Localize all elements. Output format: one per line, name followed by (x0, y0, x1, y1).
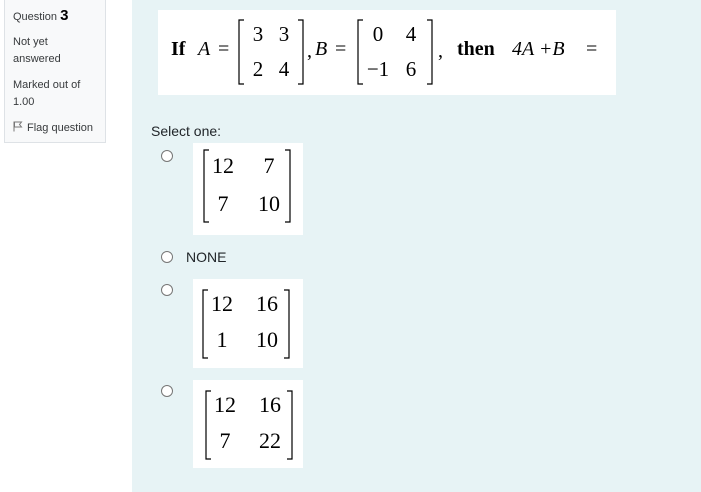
matrix-a-cell: 3 (252, 22, 264, 46)
grade-line-2: 1.00 (13, 96, 35, 108)
flag-question-label: Flag question (27, 122, 94, 134)
option-4-cell: 16 (259, 392, 281, 417)
matrix-b: 0 4 −1 6 (357, 19, 433, 85)
variable-b: B (315, 38, 328, 60)
option-1-cell: 7 (217, 191, 229, 216)
matrix-a: 3 3 2 4 (238, 19, 304, 85)
option-1-cell: 7 (263, 153, 275, 178)
option-2-label[interactable]: NONE (186, 249, 226, 265)
option-4-cell: 7 (219, 428, 231, 453)
option-3-cell: 10 (256, 327, 278, 352)
expression: 4A +B (512, 38, 565, 60)
option-3-radio[interactable] (161, 284, 173, 296)
final-equals: = (586, 38, 598, 60)
comma-after-a: , (307, 40, 312, 62)
select-one-prompt: Select one: (151, 123, 222, 139)
option-4-cell: 12 (214, 392, 236, 417)
matrix-b-cell: 6 (405, 57, 417, 81)
question-state: Not yet answered (13, 34, 105, 68)
matrix-b-cell: −1 (366, 57, 390, 81)
matrix-b-cell: 0 (372, 22, 384, 46)
matrix-a-cell: 2 (252, 57, 264, 81)
option-1-matrix: 12 7 7 10 (203, 149, 291, 223)
question-label: Question (13, 11, 58, 23)
question-grade: Marked out of 1.00 (13, 77, 105, 111)
then-word: then (457, 38, 495, 60)
matrix-b-cell: 4 (405, 22, 417, 46)
question-text: If A = 3 3 2 4 , B = 0 4 −1 6 , then 4A … (158, 10, 616, 95)
question-number: Question 3 (13, 7, 105, 26)
option-1-radio[interactable] (161, 150, 173, 162)
option-4-cell: 22 (259, 428, 281, 453)
option-1-answer[interactable]: 12 7 7 10 (193, 143, 303, 235)
option-1-cell: 10 (258, 191, 280, 216)
equals-a: = (218, 38, 230, 60)
flag-question-button[interactable]: Flag question (13, 121, 105, 135)
option-4-matrix: 12 16 7 22 (205, 390, 293, 460)
variable-a: A (198, 38, 211, 60)
option-3-cell: 12 (211, 291, 233, 316)
matrix-a-cell: 4 (278, 57, 290, 81)
grade-line-1: Marked out of (13, 79, 81, 91)
if-word: If (171, 38, 186, 60)
question-info: Question 3 Not yet answered Marked out o… (4, 0, 106, 143)
question-content: If A = 3 3 2 4 , B = 0 4 −1 6 , then 4A … (132, 0, 701, 492)
option-3-answer[interactable]: 12 16 1 10 (193, 279, 303, 368)
question-number-value: 3 (60, 7, 69, 24)
flag-icon (13, 121, 23, 135)
matrix-a-cell: 3 (278, 22, 290, 46)
equals-b: = (335, 38, 347, 60)
comma-before-then: , (438, 40, 443, 62)
option-3-matrix: 12 16 1 10 (202, 289, 290, 359)
option-4-answer[interactable]: 12 16 7 22 (193, 380, 303, 468)
state-line-1: Not yet (13, 36, 48, 48)
option-1-cell: 12 (212, 153, 234, 178)
option-2-radio[interactable] (161, 251, 173, 263)
option-3-cell: 1 (216, 327, 228, 352)
option-4-radio[interactable] (161, 385, 173, 397)
state-line-2: answered (13, 53, 61, 65)
option-3-cell: 16 (256, 291, 278, 316)
